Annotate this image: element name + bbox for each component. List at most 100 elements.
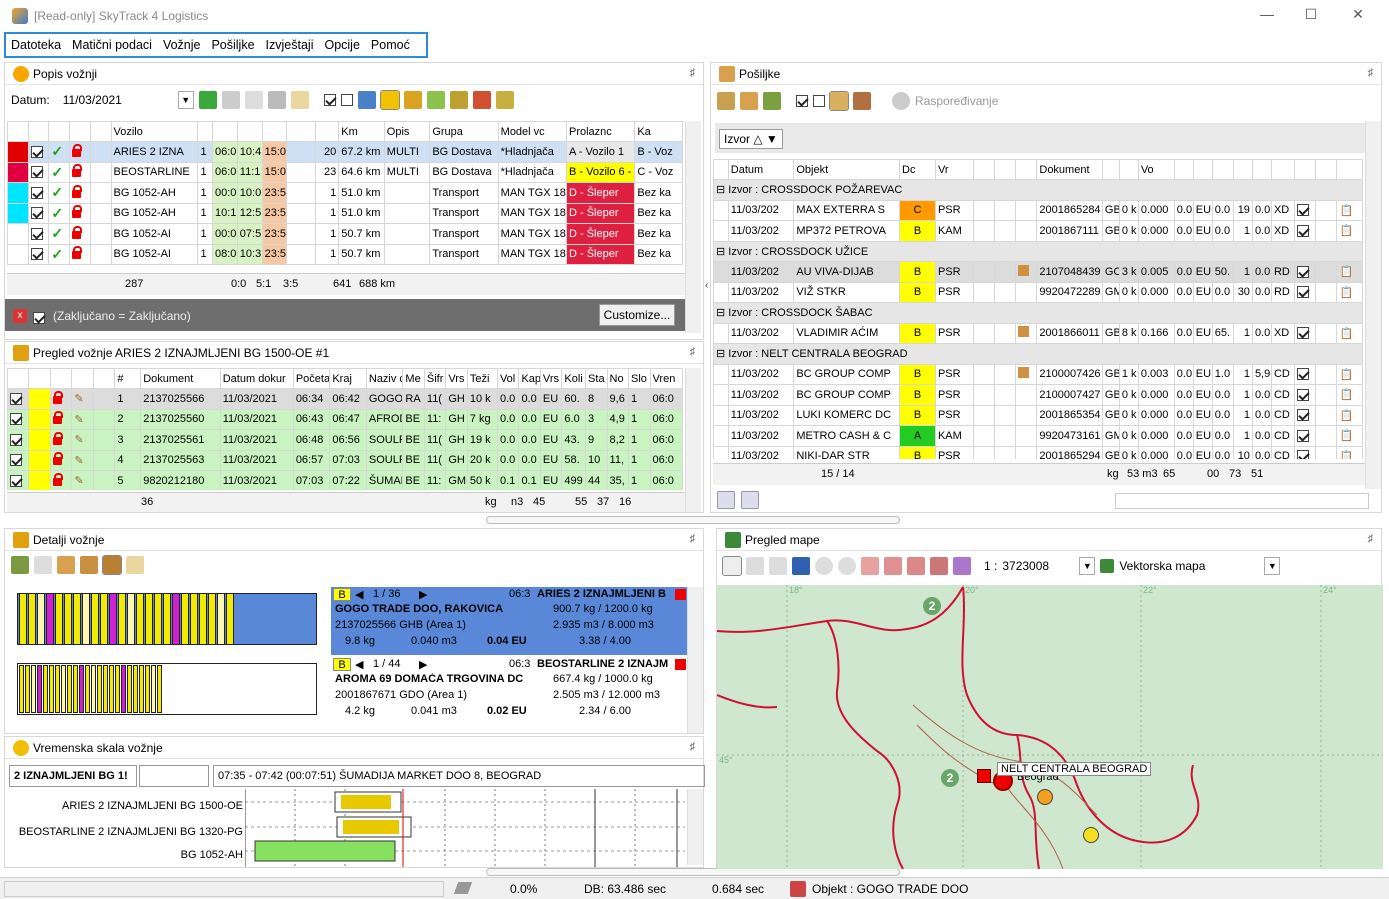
col-object[interactable]: Objekt: [793, 159, 901, 180]
row-checkbox[interactable]: [1294, 199, 1317, 221]
col-vo[interactable]: Vo: [1137, 159, 1175, 180]
truck-arrow-icon[interactable]: [426, 91, 445, 109]
col-group[interactable]: Grupa: [429, 121, 499, 142]
table-row[interactable]: 11/03/202 MAX EXTERRA S C PSR 2001865284 GB 0 …: [713, 199, 1363, 221]
menu-voznje[interactable]: Vožnje: [163, 38, 201, 52]
uncheck-all-icon[interactable]: [340, 94, 353, 106]
layer-zoom-icon[interactable]: [907, 557, 925, 575]
truck-box-icon[interactable]: [403, 91, 422, 109]
col-header[interactable]: Šifr: [423, 368, 447, 389]
pin-icon[interactable]: ♯: [690, 533, 696, 545]
col-desc[interactable]: Opis: [383, 121, 431, 142]
col-document[interactable]: Dokument: [1036, 159, 1103, 180]
layer-add-icon[interactable]: [884, 557, 902, 575]
table-row[interactable]: ✓ BG 1052-AH 1 10:1 12:5 23:5 1 51.0 km Transpor…: [7, 202, 683, 224]
table-row[interactable]: ✓ BG 1052-AI 1 08:0 10:3 23:5 1 50.7 km Transpor…: [7, 243, 683, 265]
stop-marker[interactable]: [1037, 789, 1053, 805]
row-checkbox[interactable]: [1294, 445, 1317, 459]
pan-hand-icon[interactable]: [722, 556, 742, 576]
box-icon[interactable]: [57, 556, 75, 574]
layer-settings-icon[interactable]: [953, 557, 971, 575]
col-header[interactable]: No: [606, 368, 630, 389]
box-view-icon[interactable]: [102, 555, 122, 575]
cards-scrollbar[interactable]: [687, 587, 703, 733]
table-row[interactable]: 11/03/202AU VIVA-DIJABBPSR 2107048439GO3 …: [713, 261, 1363, 283]
table-row[interactable]: 11/03/202VIŽ STKRBPSR9920472289GM0 k0.00…: [713, 281, 1363, 303]
col-header[interactable]: #: [114, 368, 142, 389]
menu-maticni-podaci[interactable]: Matični podaci: [72, 38, 152, 52]
pin-icon[interactable]: ♯: [1368, 67, 1374, 79]
maximize-icon[interactable]: ☐: [1300, 6, 1322, 26]
table-row[interactable]: ✓ BG 1052-AH 1 00:0 10:0 23:5 1 51.0 km Transpor…: [7, 182, 683, 204]
menu-opcije[interactable]: Opcije: [324, 38, 359, 52]
refresh-icon[interactable]: [198, 91, 217, 109]
cluster-marker[interactable]: 2: [941, 769, 959, 787]
col-header[interactable]: Vren: [649, 368, 683, 389]
scale-dropdown-icon[interactable]: ▼: [1079, 557, 1096, 575]
table-row[interactable]: 11/03/202 LUKI KOMERC DC B PSR 2001865354 GB 0…: [713, 404, 1363, 426]
row-checkbox[interactable]: [27, 161, 50, 183]
link-icon[interactable]: [34, 556, 52, 574]
search-icon[interactable]: [746, 557, 764, 575]
group-row[interactable]: ⊟ Izvor : CROSSDOCK ŠABAC: [713, 302, 1363, 324]
table-row[interactable]: 11/03/202 BC GROUP COMP B PSR 2100007426 GB 1 …: [713, 363, 1363, 385]
col-header[interactable]: Datum dokur: [219, 368, 294, 389]
col-header[interactable]: Sta: [585, 368, 608, 389]
table-row[interactable]: ✓ BG 1052-AI 1 00:0 07:5 23:5 1 50.7 km Transpor…: [7, 223, 683, 245]
row-checkbox[interactable]: [1294, 220, 1317, 242]
pin-icon[interactable]: ♯: [1368, 533, 1374, 545]
copy-icon[interactable]: [267, 91, 286, 109]
row-checkbox[interactable]: [1294, 322, 1317, 344]
clear-filter-icon[interactable]: x: [13, 309, 27, 323]
list-icon[interactable]: [126, 556, 144, 574]
nav-prev-icon[interactable]: ◀: [355, 588, 363, 601]
row-checkbox[interactable]: [27, 141, 50, 163]
row-checkbox[interactable]: [7, 388, 30, 410]
col-dc[interactable]: Dc: [899, 159, 936, 180]
menu-datoteka[interactable]: Datoteka: [11, 38, 61, 52]
col-header[interactable]: Početak: [292, 368, 331, 389]
row-checkbox[interactable]: [27, 202, 50, 224]
table-row[interactable]: ✎5982021218011/03/202107:0307:22ŠUMADBE1…: [7, 470, 683, 490]
col-header[interactable]: Naziv c: [365, 368, 404, 389]
depot-marker[interactable]: [977, 769, 991, 783]
table-row[interactable]: ✎ 4 2137025563 11/03/2021 06:57 07:03 SOULF BE 1…: [7, 449, 683, 471]
pin-icon[interactable]: ♯: [690, 67, 696, 79]
table-row[interactable]: 11/03/202METRO CASH & CAKAM9920473161GM0…: [713, 425, 1363, 447]
close-icon[interactable]: ✕: [1347, 6, 1369, 26]
vertical-splitter[interactable]: ‹: [705, 280, 713, 300]
row-checkbox[interactable]: [1294, 404, 1317, 426]
timeline-bar[interactable]: [254, 840, 396, 862]
search-box-icon[interactable]: [717, 92, 735, 110]
shipments-scrollbar[interactable]: [1365, 121, 1381, 489]
col-vr[interactable]: Vr: [934, 159, 975, 180]
col-header[interactable]: Vol: [496, 368, 520, 389]
group-row[interactable]: ⊟ Izvor : CROSSDOCK POŽAREVAC: [713, 179, 1363, 201]
col-header[interactable]: Kraj: [329, 368, 367, 389]
timeline-vehicle-field[interactable]: 2 IZNAJMLJENI BG 1!: [9, 765, 137, 787]
table-row[interactable]: ✓ BEOSTARLINE 1 06:0 11:1 15:0 23 64.6 km MULTI B…: [7, 161, 683, 183]
row-checkbox[interactable]: [1294, 261, 1317, 283]
col-header[interactable]: Me: [402, 368, 425, 389]
box-group-icon[interactable]: [829, 91, 849, 111]
table-row[interactable]: ✎ 1 2137025566 11/03/2021 06:34 06:42 GOGO RA 11…: [7, 388, 683, 410]
row-checkbox[interactable]: [7, 449, 30, 471]
schedule-button[interactable]: Raspoređivanje: [915, 94, 998, 108]
map-type-select[interactable]: Vektorska mapa: [1119, 559, 1259, 573]
col-header[interactable]: Dokument: [140, 368, 221, 389]
stop-marker[interactable]: [1083, 827, 1099, 843]
filter-checkbox[interactable]: [33, 311, 45, 324]
table-row[interactable]: 11/03/202 MP372 PETROVA B KAM 2001867111 GB 0 …: [713, 220, 1363, 242]
check-all-icon[interactable]: [796, 95, 808, 107]
layer-icon[interactable]: [861, 557, 879, 575]
truck-settings-icon[interactable]: [495, 91, 514, 109]
download-icon[interactable]: [741, 491, 759, 509]
gear-icon[interactable]: [221, 91, 240, 109]
pin-icon[interactable]: ♯: [690, 346, 696, 358]
trips-scrollbar[interactable]: [685, 121, 701, 333]
col-model[interactable]: Model vc: [497, 121, 567, 142]
menu-pomoc[interactable]: Pomoć: [371, 38, 410, 52]
row-checkbox[interactable]: [1294, 425, 1317, 447]
col-km[interactable]: Km: [338, 121, 385, 142]
box-truck-icon[interactable]: [763, 92, 781, 110]
